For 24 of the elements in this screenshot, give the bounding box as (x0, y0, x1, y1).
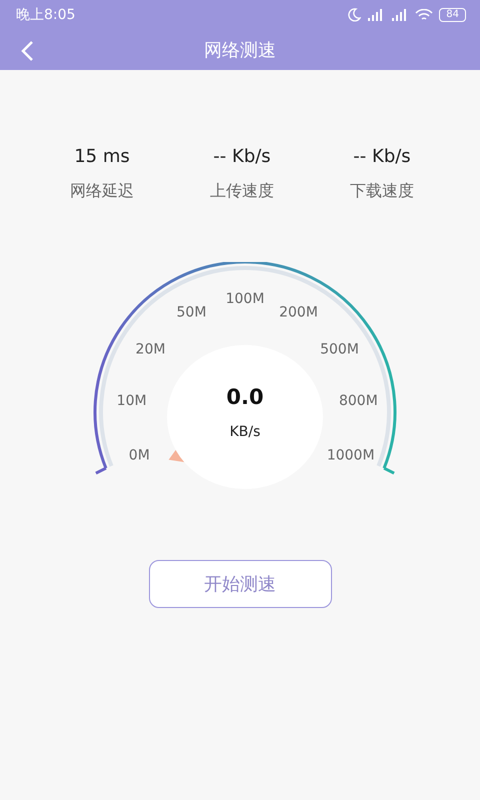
status-time: 晚上8:05 (16, 6, 76, 24)
scale-label: 0M (128, 448, 150, 464)
wifi-icon (415, 8, 434, 22)
scale-label: 200M (279, 304, 318, 320)
stat-value: -- Kb/s (353, 146, 411, 167)
stat-label: 上传速度 (210, 181, 274, 202)
scale-label: 50M (176, 304, 206, 320)
stat-label: 下载速度 (350, 181, 414, 202)
stat-label: 网络延迟 (70, 181, 134, 202)
scale-label: 10M (116, 393, 147, 410)
page-title: 网络测速 (204, 39, 276, 62)
stat-value: 15 ms (74, 146, 130, 167)
moon-icon (347, 8, 362, 22)
speed-reading: 0.0 (226, 385, 264, 409)
scale-label: 100M (226, 291, 264, 307)
battery-icon: 84 (439, 8, 466, 22)
stat-value: -- Kb/s (213, 146, 271, 167)
scale-label: 500M (320, 341, 359, 358)
scale-label: 20M (136, 341, 166, 358)
speed-unit: KB/s (230, 424, 260, 440)
scale-label: 1000M (326, 448, 375, 464)
scale-label: 800M (338, 393, 378, 410)
chevron-left-icon (20, 40, 34, 62)
start-test-button[interactable]: 开始测速 (148, 560, 332, 608)
